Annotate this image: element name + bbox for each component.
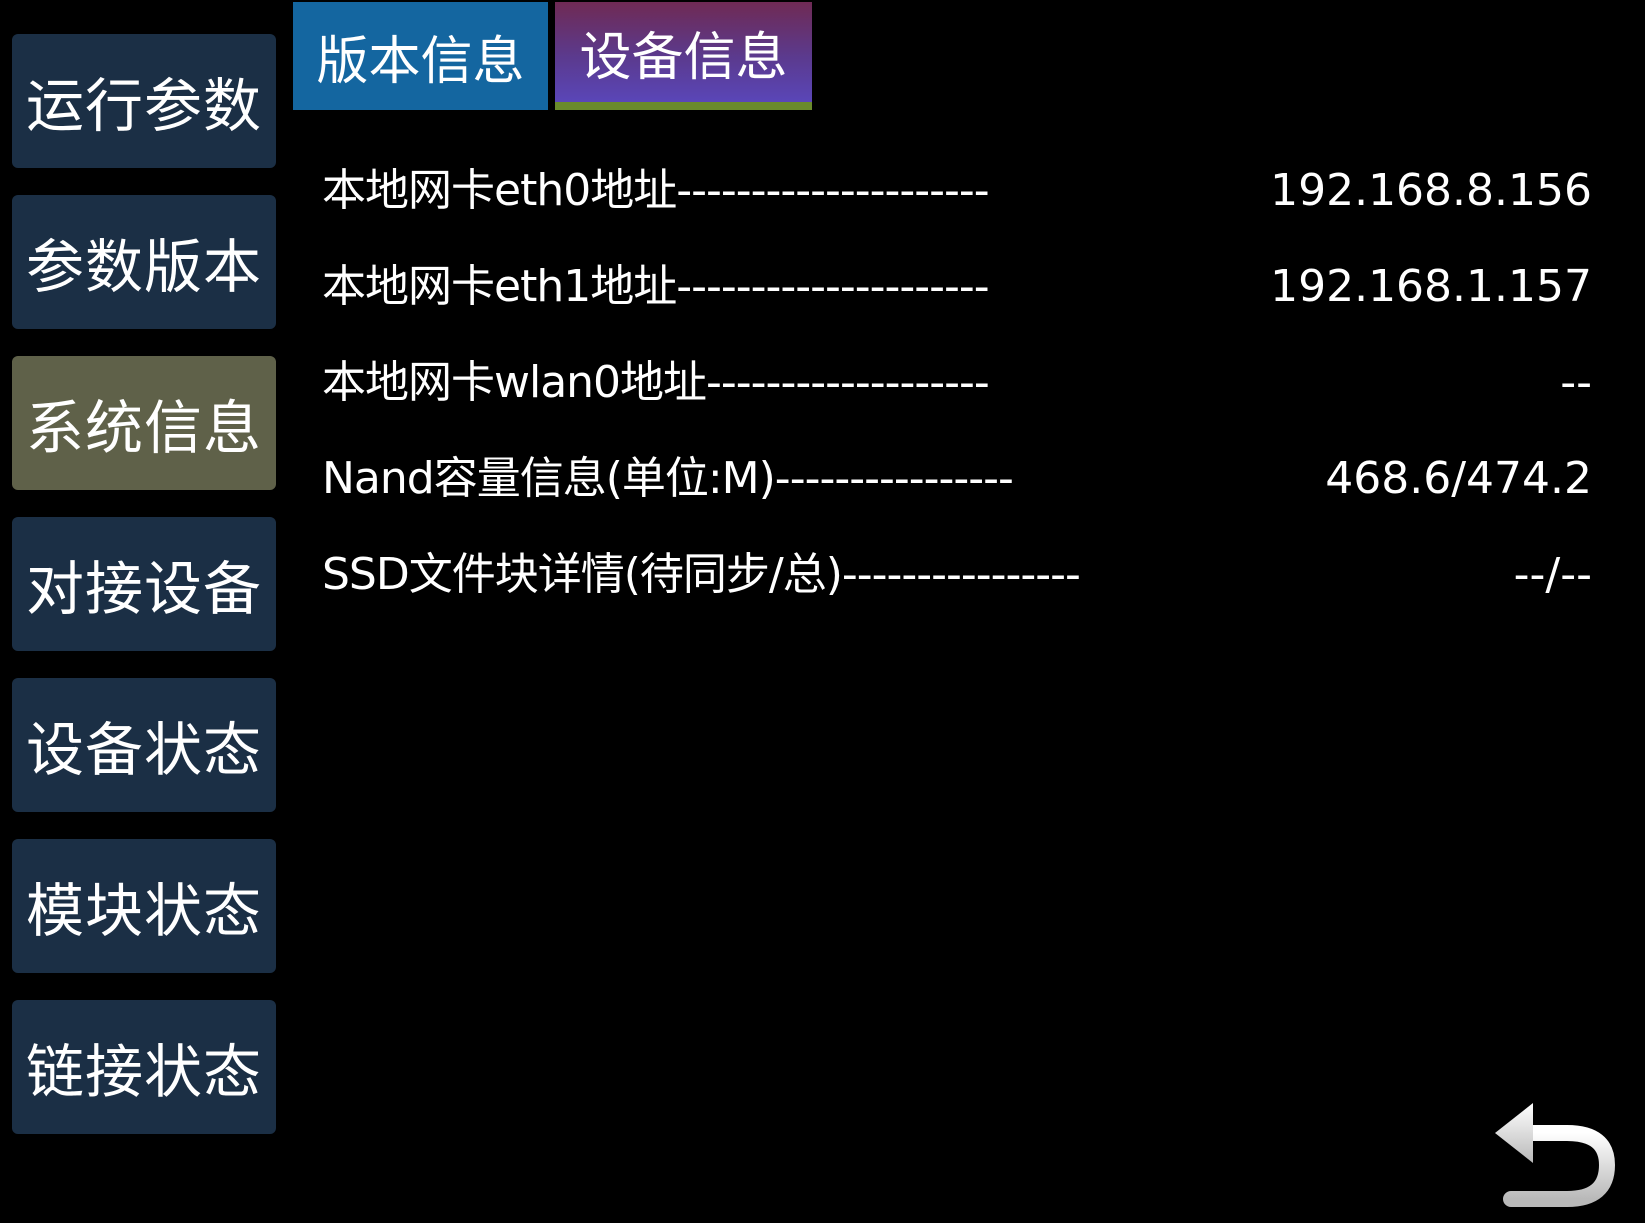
sidebar-item-module-status[interactable]: 模块状态 [12, 839, 276, 973]
info-row-label: 本地网卡eth0地址--------------------- [322, 165, 990, 216]
info-row-eth1: 本地网卡eth1地址--------------------- 192.168.… [322, 251, 1592, 347]
back-button[interactable] [1489, 1093, 1619, 1213]
info-row-wlan0: 本地网卡wlan0地址------------------- -- [322, 347, 1592, 443]
info-row-label: Nand容量信息(单位:M)---------------- [322, 453, 1014, 504]
info-row-value: -- [1560, 357, 1592, 408]
info-row-value: 192.168.8.156 [1270, 165, 1592, 216]
tab-device-info[interactable]: 设备信息 [555, 2, 812, 110]
info-row-eth0: 本地网卡eth0地址--------------------- 192.168.… [322, 155, 1592, 251]
sidebar-item-param-version[interactable]: 参数版本 [12, 195, 276, 329]
sidebar-item-docked-devices[interactable]: 对接设备 [12, 517, 276, 651]
info-row-label: SSD文件块详情(待同步/总)---------------- [322, 549, 1081, 600]
sidebar-item-link-status[interactable]: 链接状态 [12, 1000, 276, 1134]
device-info-list: 本地网卡eth0地址--------------------- 192.168.… [322, 155, 1592, 635]
sidebar-item-device-status[interactable]: 设备状态 [12, 678, 276, 812]
info-row-label: 本地网卡eth1地址--------------------- [322, 261, 990, 312]
info-row-value: 468.6/474.2 [1325, 453, 1592, 504]
sidebar-item-run-params[interactable]: 运行参数 [12, 34, 276, 168]
sidebar: 运行参数 参数版本 系统信息 对接设备 设备状态 模块状态 链接状态 [12, 34, 276, 1161]
back-arrow-icon [1495, 1103, 1615, 1207]
info-row-value: 192.168.1.157 [1270, 261, 1592, 312]
info-row-ssd: SSD文件块详情(待同步/总)---------------- --/-- [322, 539, 1592, 635]
tab-version-info[interactable]: 版本信息 [293, 2, 548, 110]
sidebar-item-system-info[interactable]: 系统信息 [12, 356, 276, 490]
info-row-nand: Nand容量信息(单位:M)---------------- 468.6/474… [322, 443, 1592, 539]
info-row-value: --/-- [1513, 549, 1592, 600]
info-row-label: 本地网卡wlan0地址------------------- [322, 357, 990, 408]
